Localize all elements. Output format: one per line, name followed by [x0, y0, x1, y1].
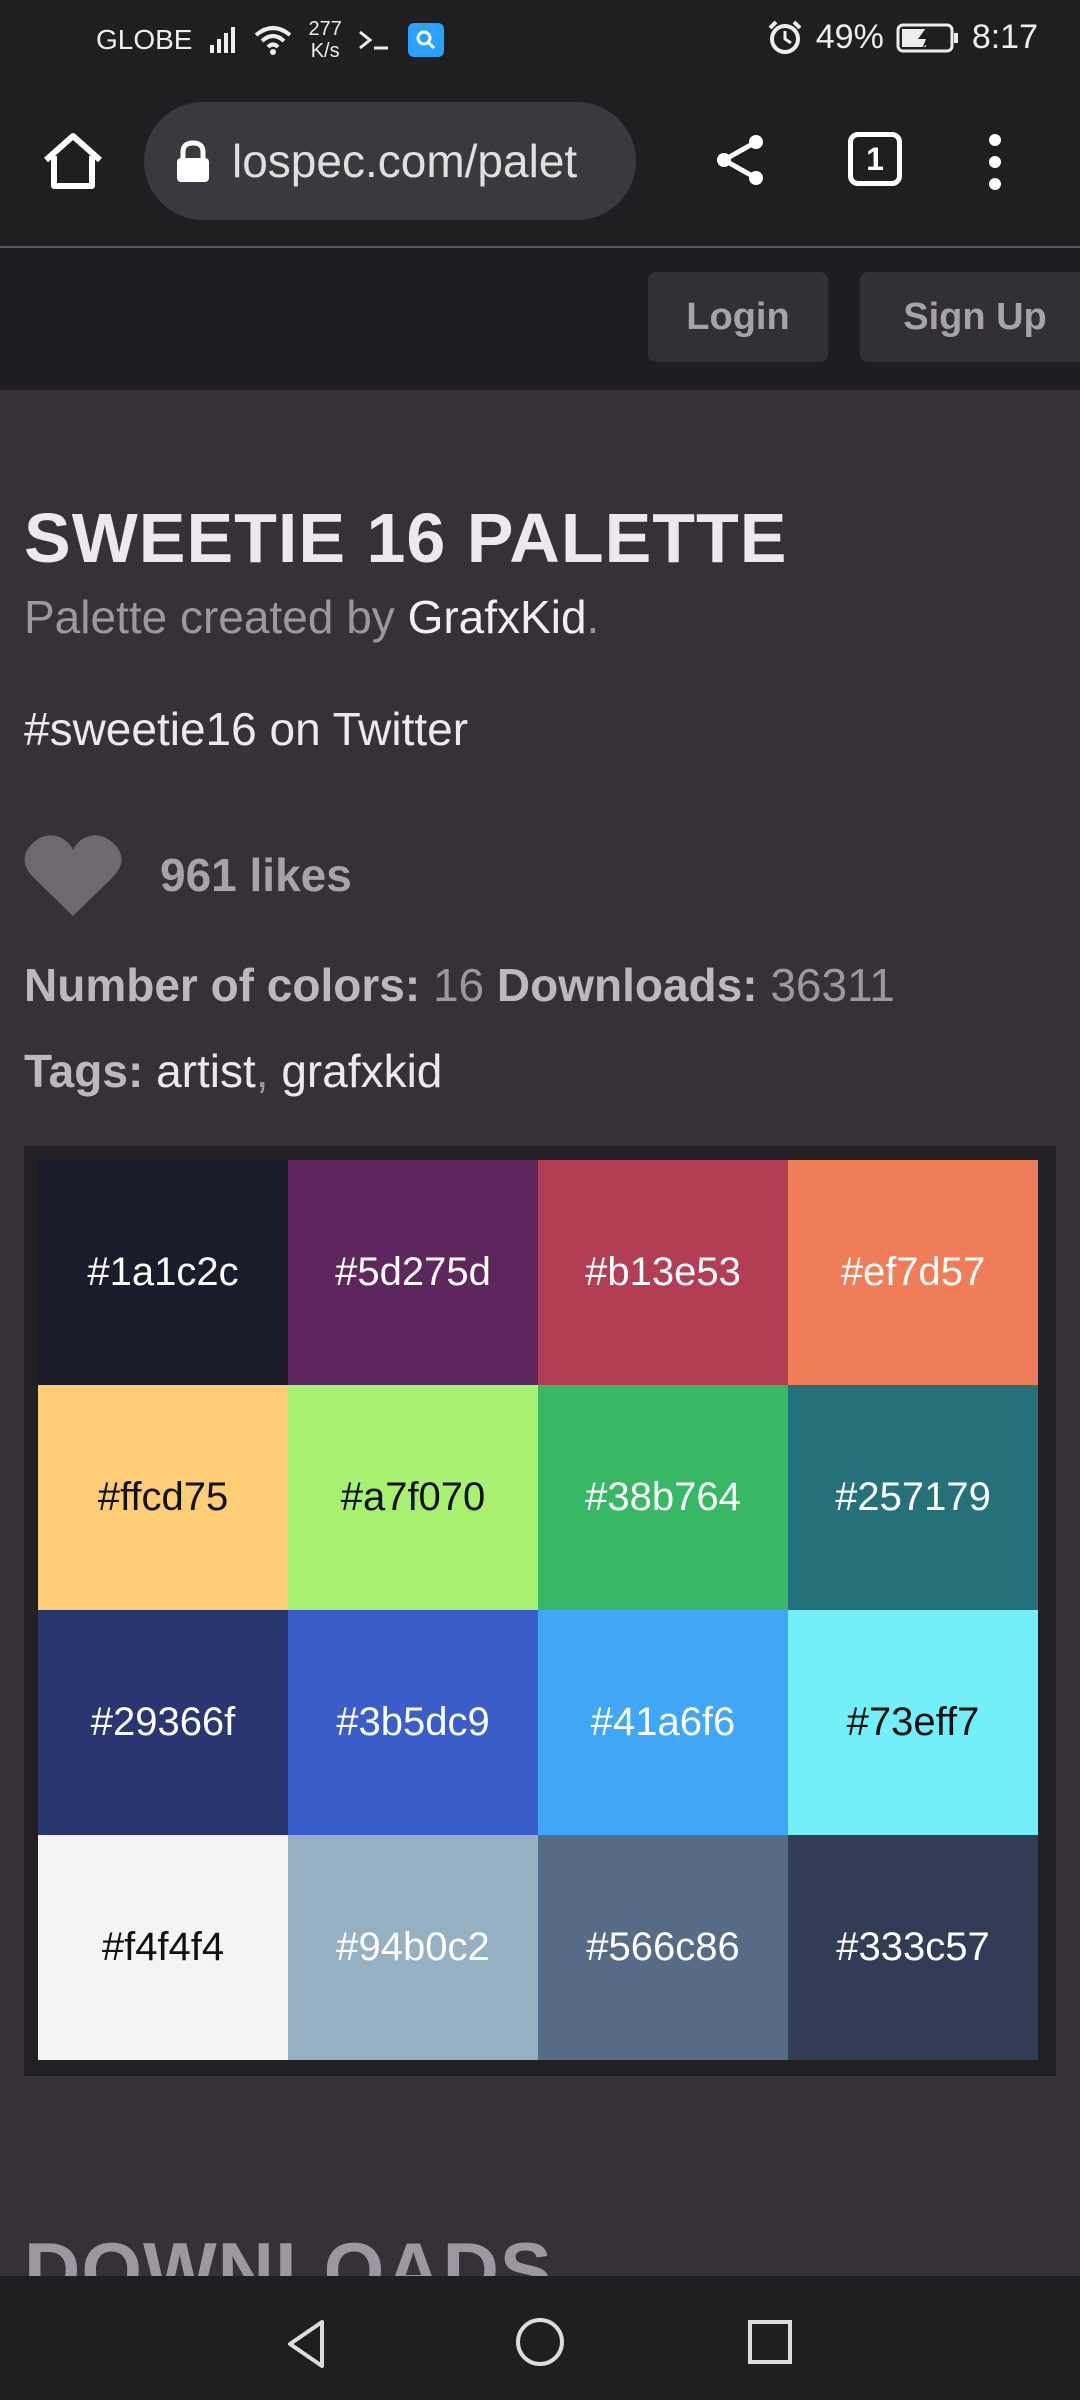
- color-swatch[interactable]: #a7f070: [288, 1385, 538, 1610]
- color-swatch[interactable]: #333c57: [788, 1835, 1038, 2060]
- recent-apps-icon[interactable]: [746, 2318, 794, 2366]
- tab-switcher-button[interactable]: 1: [848, 132, 902, 186]
- share-icon[interactable]: [710, 130, 770, 190]
- palette-credit: Palette created by GrafxKid.: [24, 591, 600, 643]
- color-swatch[interactable]: #f4f4f4: [38, 1835, 288, 2060]
- status-right: 49% 8:17: [766, 18, 1038, 57]
- battery-charging-icon: [896, 23, 958, 52]
- twitter-hashtag-link[interactable]: #sweetie16 on Twitter: [24, 702, 468, 756]
- downloads-heading-wrap: DOWNLOADS: [24, 2220, 1024, 2276]
- clock-time: 8:17: [971, 18, 1038, 56]
- color-swatch[interactable]: #5d275d: [288, 1160, 538, 1385]
- color-swatch[interactable]: #38b764: [538, 1385, 788, 1610]
- lock-icon: [177, 140, 209, 182]
- heart-icon[interactable]: [24, 832, 122, 918]
- back-icon[interactable]: [282, 2318, 334, 2370]
- tab-count: 1: [866, 140, 884, 177]
- downloads-value: 36311: [770, 959, 895, 1011]
- tags-row: Tags: artist, grafxkid: [24, 1045, 443, 1097]
- system-nav-bar: [0, 2276, 1080, 2400]
- alarm-icon: [768, 20, 802, 54]
- more-options-icon[interactable]: [985, 132, 1005, 192]
- color-swatch[interactable]: #3b5dc9: [288, 1610, 538, 1835]
- search-app-icon: [407, 23, 444, 57]
- page-title: SWEETIE 16 PALETTE: [24, 499, 788, 577]
- terminal-icon: [358, 30, 388, 50]
- home-circle-icon[interactable]: [514, 2316, 566, 2368]
- network-speed: 277 K/s: [308, 18, 342, 62]
- signup-button[interactable]: Sign Up: [860, 272, 1080, 362]
- browser-toolbar: lospec.com/palet 1: [0, 80, 1080, 248]
- site-header: Login Sign Up: [0, 248, 1080, 390]
- color-swatch[interactable]: #566c86: [538, 1835, 788, 2060]
- palette-grid-frame: #1a1c2c #5d275d #b13e53 #ef7d57 #ffcd75 #a7f0…: [24, 1146, 1056, 2076]
- login-button[interactable]: Login: [648, 272, 828, 362]
- likes-count: 961 likes: [160, 849, 352, 901]
- tag-link[interactable]: grafxkid: [281, 1045, 442, 1097]
- color-swatch[interactable]: #1a1c2c: [38, 1160, 288, 1385]
- color-swatch[interactable]: #257179: [788, 1385, 1038, 1610]
- num-colors-value: 16: [432, 959, 485, 1011]
- status-left: GLOBE 277 K/s: [96, 18, 444, 62]
- color-swatch[interactable]: #94b0c2: [288, 1835, 538, 2060]
- color-swatch[interactable]: #b13e53: [538, 1160, 788, 1385]
- author-link[interactable]: GrafxKid: [408, 591, 587, 643]
- palette-stats: Number of colors: 16 Downloads: 36311: [24, 959, 895, 1011]
- color-swatch[interactable]: #ffcd75: [38, 1385, 288, 1610]
- home-icon[interactable]: [40, 128, 106, 194]
- carrier-name: GLOBE: [96, 24, 193, 55]
- address-bar[interactable]: lospec.com/palet: [144, 102, 636, 220]
- signal-icon: [210, 27, 236, 53]
- color-swatch[interactable]: #41a6f6: [538, 1610, 788, 1835]
- downloads-heading: DOWNLOADS: [24, 2226, 553, 2276]
- tag-link[interactable]: artist: [156, 1045, 256, 1097]
- palette-grid: #1a1c2c #5d275d #b13e53 #ef7d57 #ffcd75 #a7f0…: [38, 1160, 1038, 2060]
- wifi-icon: [255, 26, 292, 55]
- color-swatch[interactable]: #29366f: [38, 1610, 288, 1835]
- color-swatch[interactable]: #73eff7: [788, 1610, 1038, 1835]
- likes-row: 961 likes: [24, 832, 352, 918]
- color-swatch[interactable]: #ef7d57: [788, 1160, 1038, 1385]
- url-text[interactable]: lospec.com/palet: [232, 134, 632, 188]
- battery-percent: 49%: [815, 18, 884, 56]
- status-bar: GLOBE 277 K/s 49% 8:17: [0, 0, 1080, 80]
